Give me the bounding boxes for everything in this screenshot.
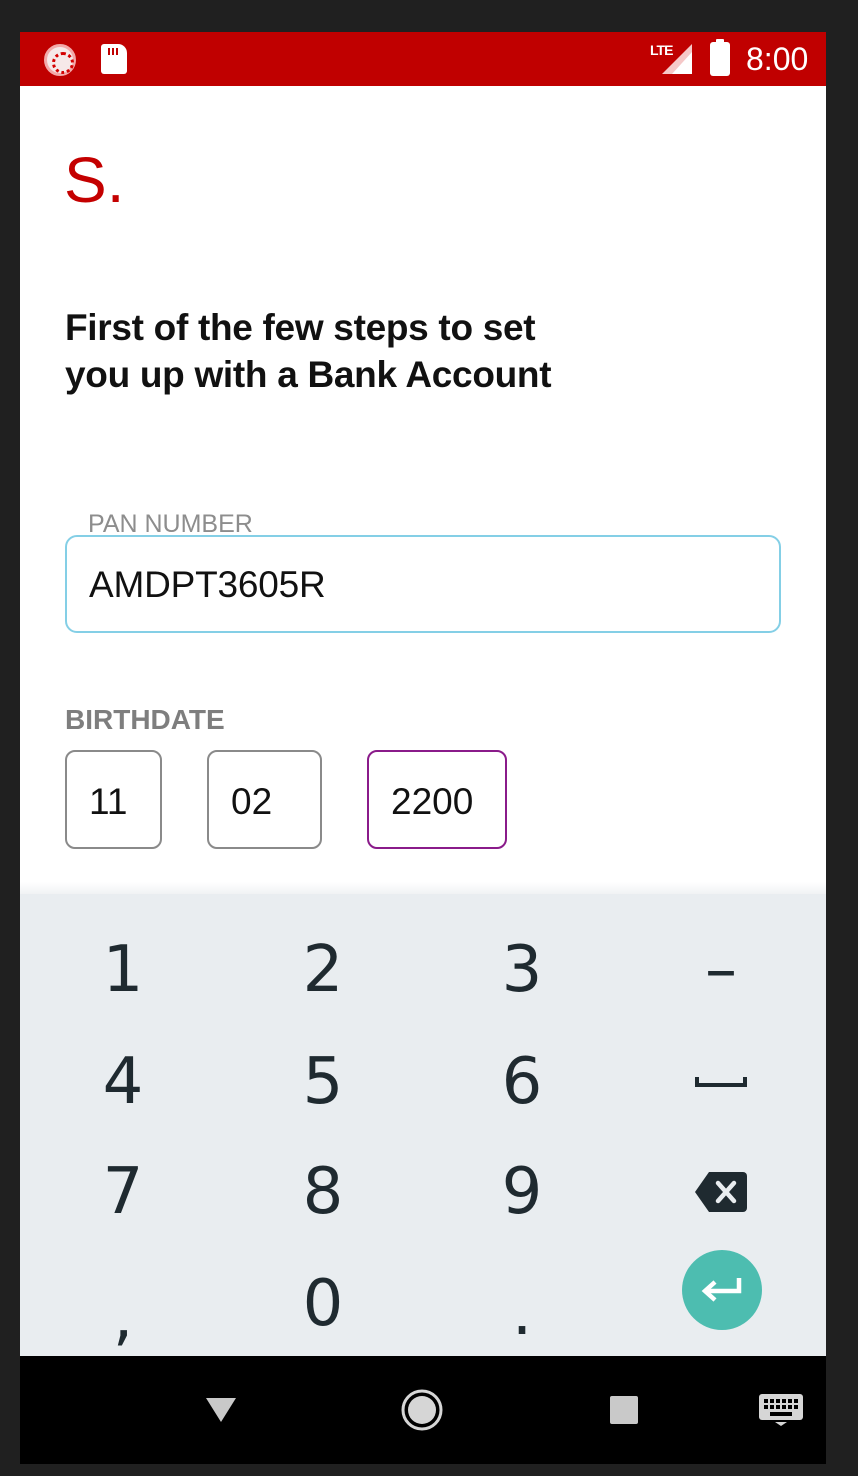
key-dash[interactable]: – [621, 914, 821, 1026]
key-1[interactable]: 1 [23, 914, 223, 1026]
keyboard-switch-icon[interactable] [750, 1380, 812, 1440]
key-enter[interactable] [682, 1250, 762, 1330]
key-period[interactable]: . [422, 1248, 622, 1360]
space-icon [695, 1077, 747, 1087]
home-icon[interactable] [390, 1380, 454, 1440]
title-line-1: First of the few steps to set [65, 307, 536, 348]
key-0[interactable]: 0 [223, 1248, 423, 1360]
birthdate-month-value: 02 [231, 781, 273, 822]
sd-card-icon [101, 44, 127, 74]
back-icon[interactable] [190, 1380, 252, 1440]
key-6[interactable]: 6 [422, 1026, 622, 1138]
title-line-2: you up with a Bank Account [65, 354, 552, 395]
app-notification-icon [44, 44, 76, 76]
pan-number-value: AMDPT3605R [89, 564, 326, 605]
battery-icon [710, 39, 730, 76]
key-comma[interactable]: , [23, 1248, 223, 1360]
key-2[interactable]: 2 [223, 914, 423, 1026]
phone-screen: LTE 8:00 S. First of the few steps to se… [20, 32, 826, 1464]
key-9[interactable]: 9 [422, 1136, 622, 1248]
key-3[interactable]: 3 [422, 914, 622, 1026]
key-5[interactable]: 5 [223, 1026, 423, 1138]
birthdate-day-value: 11 [89, 781, 128, 822]
backspace-icon [695, 1172, 747, 1212]
navigation-bar [20, 1356, 826, 1464]
key-8[interactable]: 8 [223, 1136, 423, 1248]
key-space[interactable] [621, 1026, 821, 1138]
birthdate-year-value: 2200 [391, 781, 474, 822]
status-bar: LTE 8:00 [20, 32, 826, 86]
key-4[interactable]: 4 [23, 1026, 223, 1138]
birthdate-label: BIRTHDATE [65, 704, 225, 735]
enter-icon [701, 1278, 742, 1302]
signal-icon [662, 44, 692, 74]
page-title: First of the few steps to set you up wit… [65, 304, 665, 398]
key-7[interactable]: 7 [23, 1136, 223, 1248]
birthdate-month-input[interactable]: 02 [207, 750, 322, 849]
birthdate-day-input[interactable]: 11 [65, 750, 162, 849]
birthdate-year-input[interactable]: 2200 [367, 750, 507, 849]
pan-number-input[interactable]: AMDPT3605R [65, 535, 781, 633]
clock: 8:00 [746, 41, 809, 77]
recents-icon[interactable] [594, 1380, 654, 1440]
app-logo: S. [64, 144, 125, 216]
key-backspace[interactable] [621, 1136, 821, 1248]
